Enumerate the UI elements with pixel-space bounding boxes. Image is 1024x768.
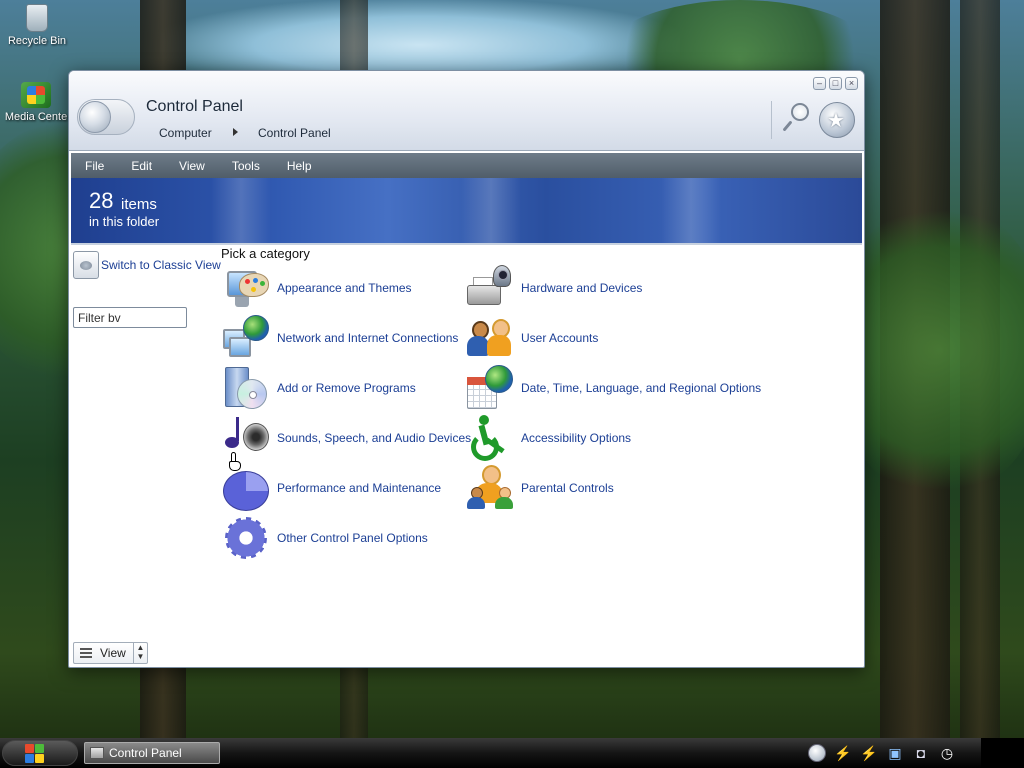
back-button[interactable] bbox=[77, 99, 135, 135]
menu-bar: File Edit View Tools Help bbox=[71, 153, 862, 178]
category-sounds-audio[interactable]: Sounds, Speech, and Audio Devices bbox=[221, 413, 471, 463]
search-button[interactable] bbox=[781, 101, 813, 135]
category-hardware-devices[interactable]: Hardware and Devices bbox=[465, 263, 642, 313]
category-network-connections[interactable]: Network and Internet Connections bbox=[221, 313, 458, 363]
category-label: Performance and Maintenance bbox=[277, 481, 442, 495]
category-performance-maintenance[interactable]: Performance and Maintenance bbox=[221, 463, 441, 513]
window-controls: – □ × bbox=[813, 77, 858, 90]
category-parental-controls[interactable]: Parental Controls bbox=[465, 463, 614, 513]
user-accounts-icon bbox=[465, 313, 515, 363]
item-count: 28 bbox=[89, 188, 114, 213]
category-label: Add or Remove Programs bbox=[277, 381, 416, 395]
classic-view-icon bbox=[73, 251, 99, 279]
other-options-gear-icon bbox=[221, 513, 271, 563]
menu-help[interactable]: Help bbox=[273, 159, 325, 173]
banner-stripe bbox=[211, 178, 271, 243]
search-handle bbox=[782, 120, 793, 132]
menu-edit[interactable]: Edit bbox=[117, 159, 165, 173]
control-panel-task-icon bbox=[90, 747, 104, 759]
menu-view[interactable]: View bbox=[165, 159, 218, 173]
category-label: Other Control Panel Options bbox=[277, 531, 428, 545]
category-label: Parental Controls bbox=[521, 481, 614, 495]
breadcrumb-control-panel[interactable]: Control Panel bbox=[258, 126, 331, 140]
appearance-themes-icon bbox=[221, 263, 271, 313]
category-label: User Accounts bbox=[521, 331, 599, 345]
back-orb-icon bbox=[79, 101, 111, 133]
parental-controls-icon bbox=[465, 463, 515, 513]
lightning-icon[interactable]: ⚡ bbox=[860, 745, 878, 761]
category-label: Date, Time, Language, and Regional Optio… bbox=[521, 381, 762, 395]
maximize-button[interactable]: □ bbox=[829, 77, 842, 90]
banner-stripe bbox=[661, 178, 721, 243]
media-center-icon bbox=[21, 82, 51, 108]
view-spinner-icon[interactable]: ▲ ▼ bbox=[133, 643, 147, 663]
view-list-icon bbox=[80, 648, 92, 658]
add-remove-programs-icon bbox=[221, 363, 271, 413]
filter-input[interactable] bbox=[73, 307, 187, 328]
category-label: Sounds, Speech, and Audio Devices bbox=[277, 431, 472, 445]
menu-file[interactable]: File bbox=[71, 159, 117, 173]
category-label: Accessibility Options bbox=[521, 431, 632, 445]
windows-start-icon bbox=[25, 744, 45, 764]
desktop-icon-media-center[interactable]: Media Cente bbox=[0, 82, 72, 123]
start-button[interactable] bbox=[2, 740, 78, 766]
category-user-accounts[interactable]: User Accounts bbox=[465, 313, 598, 363]
network-connections-icon bbox=[221, 313, 271, 363]
folder-banner: 28 items in this folder bbox=[71, 178, 862, 243]
breadcrumb-computer[interactable]: Computer bbox=[159, 126, 212, 140]
category-label: Appearance and Themes bbox=[277, 281, 412, 295]
control-panel-window: Control Panel Computer Control Panel – □… bbox=[68, 70, 865, 668]
hand-cursor-icon bbox=[228, 452, 242, 472]
desktop-icon-label: Media Cente bbox=[4, 111, 68, 123]
recycle-bin-icon bbox=[26, 4, 48, 32]
search-icon bbox=[791, 103, 809, 121]
category-other-options[interactable]: Other Control Panel Options bbox=[221, 513, 428, 563]
toolbar-divider bbox=[771, 101, 772, 139]
system-tray: ⚡ ⚡ ▣ ◘ ◷ bbox=[808, 740, 956, 766]
window-titlebar: Control Panel Computer Control Panel – □… bbox=[69, 71, 864, 151]
desktop-icon-recycle-bin[interactable]: Recycle Bin bbox=[1, 4, 73, 47]
switch-classic-view-label: Switch to Classic View bbox=[101, 258, 221, 272]
taskbar-edge bbox=[981, 738, 1024, 768]
category-label: Network and Internet Connections bbox=[277, 331, 459, 345]
view-button[interactable]: View ▲ ▼ bbox=[73, 642, 148, 664]
taskbar-control-panel[interactable]: Control Panel bbox=[84, 742, 220, 764]
desktop-icon-label: Recycle Bin bbox=[7, 35, 67, 47]
tray-bubble-icon[interactable] bbox=[808, 744, 826, 762]
switch-classic-view-button[interactable]: Switch to Classic View bbox=[73, 251, 221, 279]
date-time-regional-icon bbox=[465, 363, 515, 413]
banner-divider bbox=[71, 243, 862, 245]
window-title: Control Panel bbox=[146, 98, 243, 115]
banner-stripe bbox=[461, 178, 521, 243]
banner-subtitle: in this folder bbox=[89, 214, 160, 229]
menu-tools[interactable]: Tools bbox=[218, 159, 273, 173]
minimize-button[interactable]: – bbox=[813, 77, 826, 90]
clock-icon[interactable]: ◷ bbox=[938, 745, 956, 761]
category-add-remove-programs[interactable]: Add or Remove Programs bbox=[221, 363, 416, 413]
network-icon[interactable]: ▣ bbox=[886, 745, 904, 761]
category-appearance-themes[interactable]: Appearance and Themes bbox=[221, 263, 412, 313]
category-date-time-regional[interactable]: Date, Time, Language, and Regional Optio… bbox=[465, 363, 761, 413]
pick-category-heading: Pick a category bbox=[221, 246, 310, 261]
star-icon: ★ bbox=[827, 110, 845, 132]
view-label: View bbox=[100, 646, 126, 660]
taskbar-item-label: Control Panel bbox=[109, 746, 182, 760]
lightning-icon[interactable]: ⚡ bbox=[834, 745, 852, 761]
accessibility-icon bbox=[465, 413, 515, 463]
volume-icon[interactable]: ◘ bbox=[912, 745, 930, 761]
category-label: Hardware and Devices bbox=[521, 281, 643, 295]
close-button[interactable]: × bbox=[845, 77, 858, 90]
hardware-devices-icon bbox=[465, 263, 515, 313]
favorites-button[interactable]: ★ bbox=[819, 102, 855, 138]
category-accessibility[interactable]: Accessibility Options bbox=[465, 413, 631, 463]
breadcrumb-arrow-icon[interactable] bbox=[233, 128, 238, 136]
item-count-word: items bbox=[121, 196, 157, 213]
